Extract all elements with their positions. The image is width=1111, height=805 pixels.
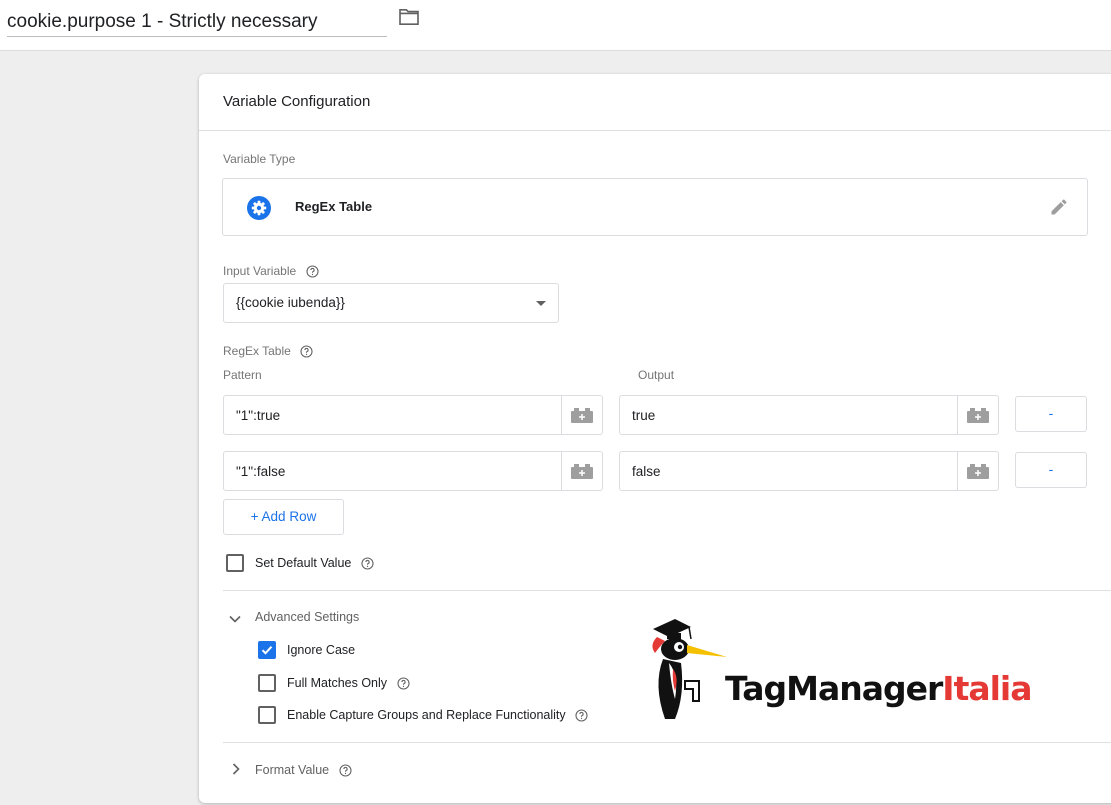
insert-variable-button[interactable] xyxy=(561,452,602,490)
dropdown-arrow-icon xyxy=(536,301,546,306)
pencil-icon[interactable] xyxy=(1049,197,1069,217)
help-icon[interactable] xyxy=(361,557,374,570)
regex-table-label: RegEx Table xyxy=(223,344,313,358)
regex-table-label-text: RegEx Table xyxy=(223,344,291,358)
full-matches-only-label-text: Full Matches Only xyxy=(287,676,388,690)
pattern-input[interactable] xyxy=(224,452,562,490)
pattern-field xyxy=(223,395,603,435)
help-icon[interactable] xyxy=(575,709,588,722)
format-value-title[interactable]: Format Value xyxy=(255,763,352,777)
input-variable-label-text: Input Variable xyxy=(223,264,297,278)
variable-type-label: Variable Type xyxy=(223,152,296,166)
remove-row-button[interactable]: - xyxy=(1015,396,1087,432)
capture-groups-checkbox[interactable] xyxy=(258,706,276,724)
remove-row-button[interactable]: - xyxy=(1015,452,1087,488)
input-variable-select[interactable]: {{cookie iubenda}} xyxy=(223,283,559,323)
chevron-right-icon xyxy=(232,763,240,775)
folder-icon[interactable] xyxy=(398,8,422,30)
woodpecker-mascot-icon xyxy=(652,619,727,719)
advanced-settings-title[interactable]: Advanced Settings xyxy=(255,610,359,624)
variable-type-name: RegEx Table xyxy=(295,199,373,214)
format-value-title-text: Format Value xyxy=(255,763,330,777)
output-input[interactable] xyxy=(620,396,958,434)
variable-block-icon xyxy=(967,464,989,479)
output-field xyxy=(619,451,999,491)
variable-block-icon xyxy=(967,408,989,423)
insert-variable-button[interactable] xyxy=(561,396,602,434)
ignore-case-checkbox[interactable] xyxy=(258,641,276,659)
help-icon[interactable] xyxy=(300,345,313,358)
top-bar xyxy=(0,0,1111,51)
help-icon[interactable] xyxy=(339,764,352,777)
insert-variable-button[interactable] xyxy=(957,396,998,434)
capture-groups-label: Enable Capture Groups and Replace Functi… xyxy=(287,708,588,722)
help-icon[interactable] xyxy=(396,677,410,690)
input-variable-value: {{cookie iubenda}} xyxy=(236,295,345,310)
variable-block-icon xyxy=(571,408,593,423)
card-title: Variable Configuration xyxy=(223,93,371,110)
format-value-toggle[interactable] xyxy=(231,762,241,780)
output-header: Output xyxy=(638,368,675,382)
divider xyxy=(223,590,1111,591)
pattern-field xyxy=(223,451,603,491)
set-default-value-label-text: Set Default Value xyxy=(255,556,352,570)
set-default-value-checkbox[interactable] xyxy=(226,554,244,572)
tagmanageritalia-logo: TagManagerItalia xyxy=(645,615,1055,725)
full-matches-only-checkbox[interactable] xyxy=(258,674,276,692)
logo-text: TagManagerItalia xyxy=(725,669,1033,708)
checkmark-icon xyxy=(261,646,273,655)
logo-text-red: Italia xyxy=(942,669,1032,708)
set-default-value-label: Set Default Value xyxy=(255,556,374,570)
chevron-down-icon xyxy=(229,615,241,623)
variable-name-input[interactable] xyxy=(7,7,387,37)
insert-variable-button[interactable] xyxy=(957,452,998,490)
divider xyxy=(223,742,1111,743)
card-header: Variable Configuration xyxy=(199,74,1111,131)
ignore-case-label: Ignore Case xyxy=(287,643,356,657)
pattern-input[interactable] xyxy=(224,396,562,434)
output-input[interactable] xyxy=(620,452,958,490)
capture-groups-label-text: Enable Capture Groups and Replace Functi… xyxy=(287,708,566,722)
variable-block-icon xyxy=(571,464,593,479)
input-variable-label: Input Variable xyxy=(223,264,319,278)
advanced-settings-toggle[interactable] xyxy=(229,611,241,629)
gear-icon xyxy=(247,196,271,220)
output-field xyxy=(619,395,999,435)
full-matches-only-label: Full Matches Only xyxy=(287,676,410,690)
variable-type-selector[interactable]: RegEx Table xyxy=(222,178,1088,236)
pattern-header: Pattern xyxy=(223,368,262,382)
logo-text-dark: TagManager xyxy=(725,669,943,708)
add-row-button[interactable]: + Add Row xyxy=(223,499,344,535)
help-icon[interactable] xyxy=(305,265,319,278)
